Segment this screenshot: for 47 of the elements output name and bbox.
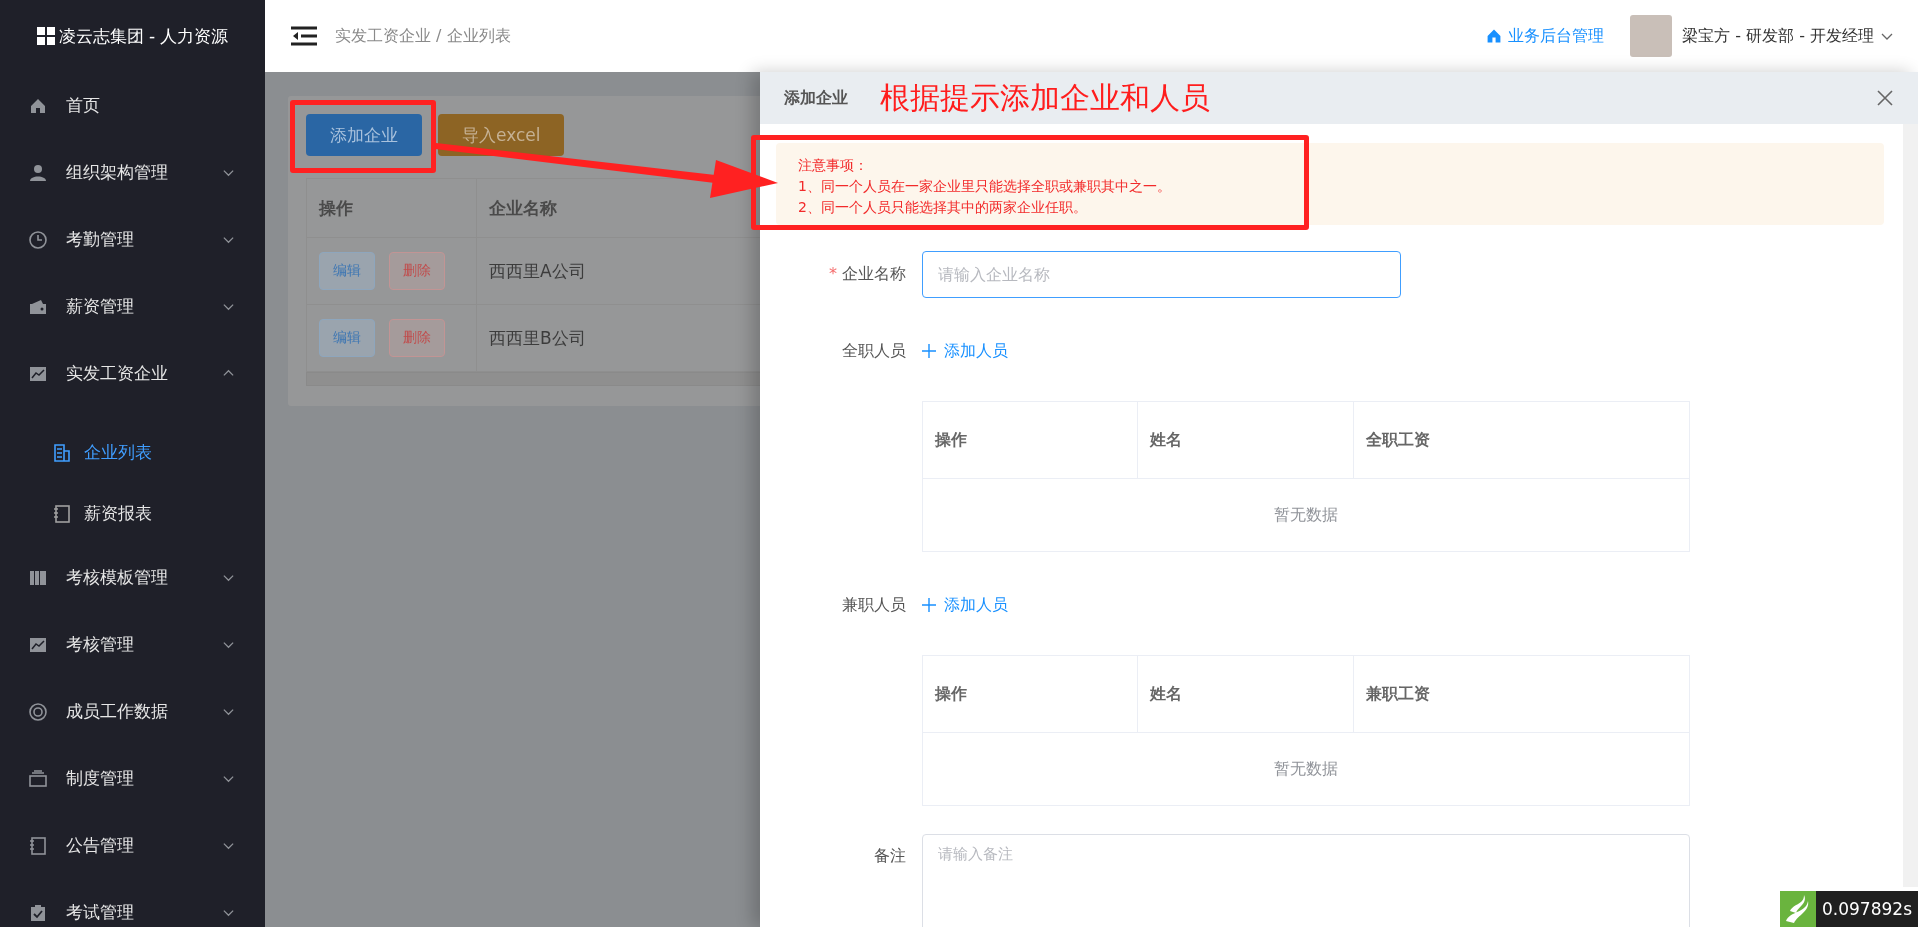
ring-icon — [28, 701, 48, 722]
column-header: 姓名 — [1137, 401, 1354, 479]
alert-title: 注意事项： — [798, 156, 869, 175]
empty-text: 暂无数据 — [922, 732, 1690, 806]
column-header: 操作 — [922, 655, 1138, 733]
company-name-input[interactable]: 请输入企业名称 — [922, 251, 1401, 298]
clipboard-check-icon — [28, 902, 48, 923]
empty-text: 暂无数据 — [922, 478, 1690, 552]
sidebar-item[interactable]: 成员工作数据 — [0, 678, 265, 745]
column-header: 姓名 — [1137, 655, 1354, 733]
app-title: 凌云志集团 - 人力资源 — [58, 24, 229, 48]
sidebar-item[interactable]: 制度管理 — [0, 745, 265, 812]
column-header: 兼职工资 — [1353, 655, 1690, 733]
home-icon — [1486, 28, 1503, 44]
sidebar-item[interactable]: 考试管理 — [0, 879, 265, 927]
column-header: 操作 — [922, 401, 1138, 479]
sidebar-item[interactable]: 考核模板管理 — [0, 544, 265, 611]
menu-icon[interactable] — [291, 26, 317, 46]
sidebar-item[interactable]: 首页 — [0, 72, 265, 139]
user-name[interactable]: 梁宝方 - 研发部 - 开发经理 — [1682, 25, 1874, 47]
column-header: 全职工资 — [1353, 401, 1690, 479]
sidebar-item[interactable]: 公告管理 — [0, 812, 265, 879]
clock-icon — [28, 229, 48, 250]
sidebar-item[interactable]: 组织架构管理 — [0, 139, 265, 206]
logo-icon — [36, 27, 55, 45]
sidebar-item[interactable]: 实发工资企业 — [0, 340, 265, 407]
breadcrumb: 实发工资企业 / 企业列表 — [335, 25, 512, 47]
sidebar-item[interactable]: 考核管理 — [0, 611, 265, 678]
drawer-title: 添加企业 — [784, 87, 848, 109]
remark-textarea[interactable]: 请输入备注 — [922, 834, 1690, 927]
sidebar-item[interactable]: 薪资管理 — [0, 273, 265, 340]
notebook-icon — [28, 835, 48, 856]
column-header: 操作 — [306, 178, 477, 238]
notebook-icon — [52, 503, 72, 524]
plus-icon — [922, 598, 936, 612]
user-icon — [28, 162, 48, 183]
sidebar-subitem[interactable]: 企业列表 — [0, 422, 265, 483]
close-icon[interactable] — [1876, 89, 1894, 107]
building-icon — [52, 442, 72, 463]
field-label: 备注 — [873, 845, 907, 867]
annotation-text: 根据提示添加企业和人员 — [880, 78, 1211, 117]
plus-icon — [922, 344, 936, 358]
tray-icon — [28, 768, 48, 789]
timing-badge: 0.097892s — [1816, 891, 1918, 927]
field-label: 兼职人员 — [841, 594, 907, 616]
sidebar-subitem[interactable]: 薪资报表 — [0, 483, 265, 544]
sidebar-item[interactable]: 考勤管理 — [0, 206, 265, 273]
